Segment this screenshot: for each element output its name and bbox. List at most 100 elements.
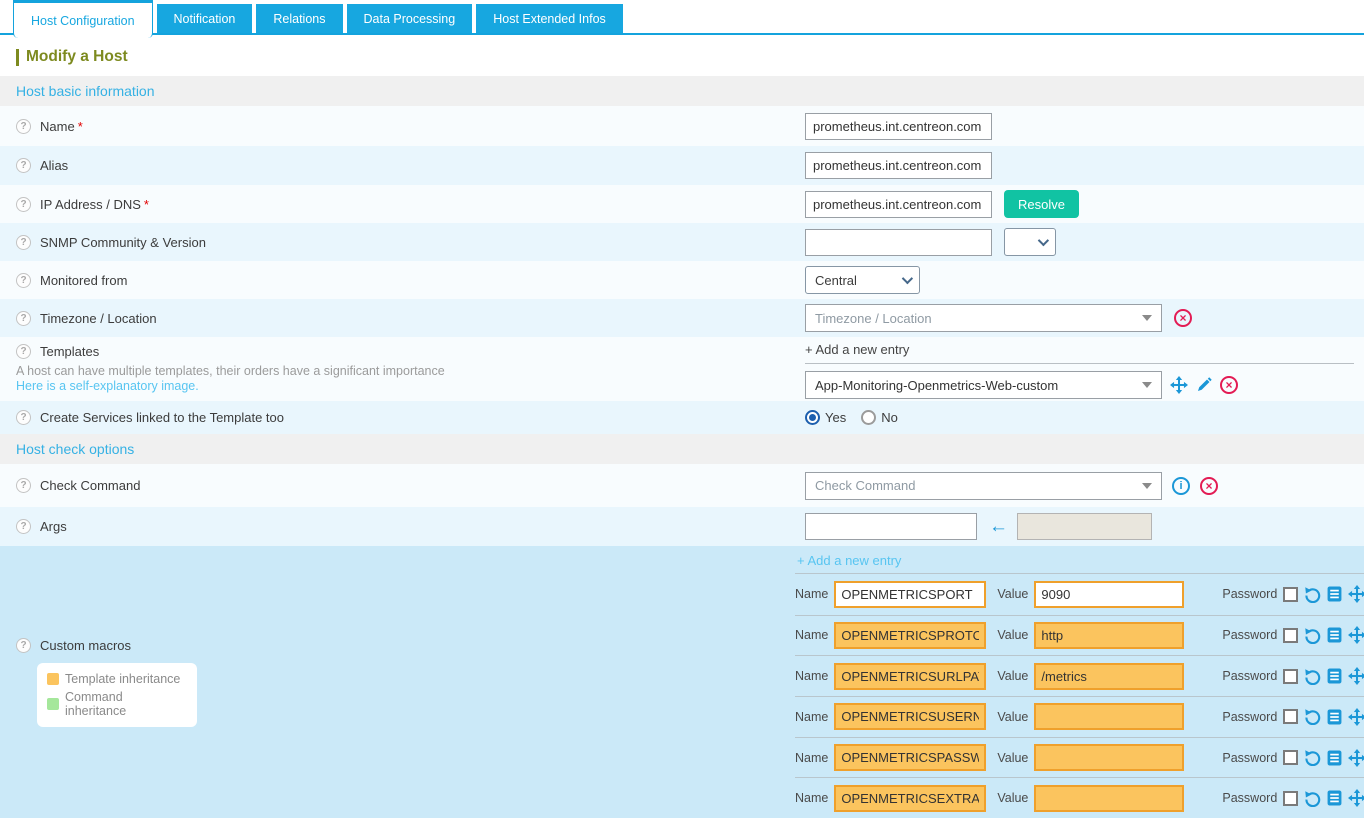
description-list-icon[interactable] xyxy=(1327,709,1342,725)
password-checkbox[interactable] xyxy=(1283,669,1298,684)
macro-value-input[interactable] xyxy=(1034,785,1184,812)
clear-timezone-icon[interactable]: × xyxy=(1174,309,1192,327)
macro-name-input[interactable] xyxy=(834,581,986,608)
templates-add-entry[interactable]: + Add a new entry xyxy=(805,342,1354,364)
move-icon[interactable] xyxy=(1348,749,1364,767)
create-services-no-radio[interactable] xyxy=(861,410,876,425)
description-list-icon[interactable] xyxy=(1327,668,1342,684)
macro-value-input[interactable] xyxy=(1034,744,1184,771)
macro-value-input[interactable] xyxy=(1034,622,1184,649)
clear-check-command-icon[interactable]: × xyxy=(1200,477,1218,495)
macro-row: Name Value Password × xyxy=(795,655,1364,696)
dropdown-caret-icon xyxy=(1142,382,1152,388)
undo-icon[interactable] xyxy=(1304,668,1321,685)
legend-command-inheritance: Command inheritance xyxy=(47,690,187,718)
macro-value-input[interactable] xyxy=(1034,663,1184,690)
args-disabled-input xyxy=(1017,513,1152,540)
password-checkbox[interactable] xyxy=(1283,628,1298,643)
dropdown-caret-icon xyxy=(1142,315,1152,321)
macro-name-input[interactable] xyxy=(834,744,986,771)
description-list-icon[interactable] xyxy=(1327,750,1342,766)
macro-name-input[interactable] xyxy=(834,622,986,649)
password-checkbox[interactable] xyxy=(1283,750,1298,765)
name-input[interactable] xyxy=(805,113,992,140)
ip-address-input[interactable] xyxy=(805,191,992,218)
tab-host-extended-infos[interactable]: Host Extended Infos xyxy=(476,4,623,33)
help-icon[interactable]: ? xyxy=(16,119,31,134)
help-icon[interactable]: ? xyxy=(16,519,31,534)
tab-relations[interactable]: Relations xyxy=(256,4,342,33)
help-icon[interactable]: ? xyxy=(16,197,31,212)
tab-notification[interactable]: Notification xyxy=(157,4,253,33)
row-templates: ? Templates A host can have multiple tem… xyxy=(0,337,1364,401)
required-marker: * xyxy=(78,119,83,134)
row-snmp: ? SNMP Community & Version xyxy=(0,223,1364,261)
undo-icon[interactable] xyxy=(1304,708,1321,725)
macros-add-entry[interactable]: + Add a new entry xyxy=(797,553,901,568)
alias-label: Alias xyxy=(40,158,68,173)
undo-icon[interactable] xyxy=(1304,749,1321,766)
tab-host-configuration[interactable]: Host Configuration xyxy=(13,0,153,38)
help-icon[interactable]: ? xyxy=(16,311,31,326)
no-label: No xyxy=(881,410,898,425)
move-icon[interactable] xyxy=(1170,376,1188,394)
help-icon[interactable]: ? xyxy=(16,344,31,359)
description-list-icon[interactable] xyxy=(1327,586,1342,602)
required-marker: * xyxy=(144,197,149,212)
check-command-select[interactable]: Check Command xyxy=(805,472,1162,500)
description-list-icon[interactable] xyxy=(1327,790,1342,806)
macro-value-input[interactable] xyxy=(1034,581,1184,608)
templates-help-text: A host can have multiple templates, thei… xyxy=(16,364,790,378)
ip-address-label: IP Address / DNS* xyxy=(40,197,149,212)
password-checkbox[interactable] xyxy=(1283,709,1298,724)
args-input[interactable] xyxy=(805,513,977,540)
macro-value-input[interactable] xyxy=(1034,703,1184,730)
password-checkbox[interactable] xyxy=(1283,791,1298,806)
monitored-from-select[interactable]: Central xyxy=(805,266,920,294)
timezone-select[interactable]: Timezone / Location xyxy=(805,304,1162,332)
help-icon[interactable]: ? xyxy=(16,273,31,288)
macro-name-label: Name xyxy=(795,710,828,724)
macro-inheritance-legend: Template inheritance Command inheritance xyxy=(37,663,197,727)
help-icon[interactable]: ? xyxy=(16,235,31,250)
alias-input[interactable] xyxy=(805,152,992,179)
move-icon[interactable] xyxy=(1348,626,1364,644)
template-select[interactable]: App-Monitoring-Openmetrics-Web-custom xyxy=(805,371,1162,399)
macro-name-label: Name xyxy=(795,628,828,642)
help-icon[interactable]: ? xyxy=(16,478,31,493)
create-services-yes-radio[interactable] xyxy=(805,410,820,425)
help-icon[interactable]: ? xyxy=(16,638,31,653)
macro-row: Name Value Password × xyxy=(795,574,1364,615)
undo-icon[interactable] xyxy=(1304,627,1321,644)
tab-data-processing[interactable]: Data Processing xyxy=(347,4,473,33)
help-icon[interactable]: ? xyxy=(16,410,31,425)
move-icon[interactable] xyxy=(1348,667,1364,685)
remove-template-icon[interactable]: × xyxy=(1220,376,1238,394)
move-icon[interactable] xyxy=(1348,789,1364,807)
macro-name-input[interactable] xyxy=(834,663,986,690)
macro-name-input[interactable] xyxy=(834,703,986,730)
args-label: Args xyxy=(40,519,67,534)
macro-value-label: Value xyxy=(997,587,1028,601)
macro-password-label: Password xyxy=(1222,710,1277,724)
custom-macros-section: ? Custom macros Template inheritance Com… xyxy=(0,546,1364,818)
move-icon[interactable] xyxy=(1348,585,1364,603)
resolve-button[interactable]: Resolve xyxy=(1004,190,1079,218)
move-icon[interactable] xyxy=(1348,708,1364,726)
snmp-version-select[interactable] xyxy=(1004,228,1056,256)
undo-icon[interactable] xyxy=(1304,586,1321,603)
description-list-icon[interactable] xyxy=(1327,627,1342,643)
info-icon[interactable]: i xyxy=(1172,477,1190,495)
edit-pencil-icon[interactable] xyxy=(1196,377,1212,393)
legend-template-inheritance: Template inheritance xyxy=(47,672,187,686)
macro-name-input[interactable] xyxy=(834,785,986,812)
macro-name-label: Name xyxy=(795,791,828,805)
help-icon[interactable]: ? xyxy=(16,158,31,173)
snmp-community-input[interactable] xyxy=(805,229,992,256)
undo-icon[interactable] xyxy=(1304,790,1321,807)
row-check-command: ? Check Command Check Command i × xyxy=(0,464,1364,507)
templates-help-link[interactable]: Here is a self-explanatory image. xyxy=(16,379,199,393)
template-inheritance-swatch xyxy=(47,673,59,685)
snmp-label: SNMP Community & Version xyxy=(40,235,206,250)
password-checkbox[interactable] xyxy=(1283,587,1298,602)
